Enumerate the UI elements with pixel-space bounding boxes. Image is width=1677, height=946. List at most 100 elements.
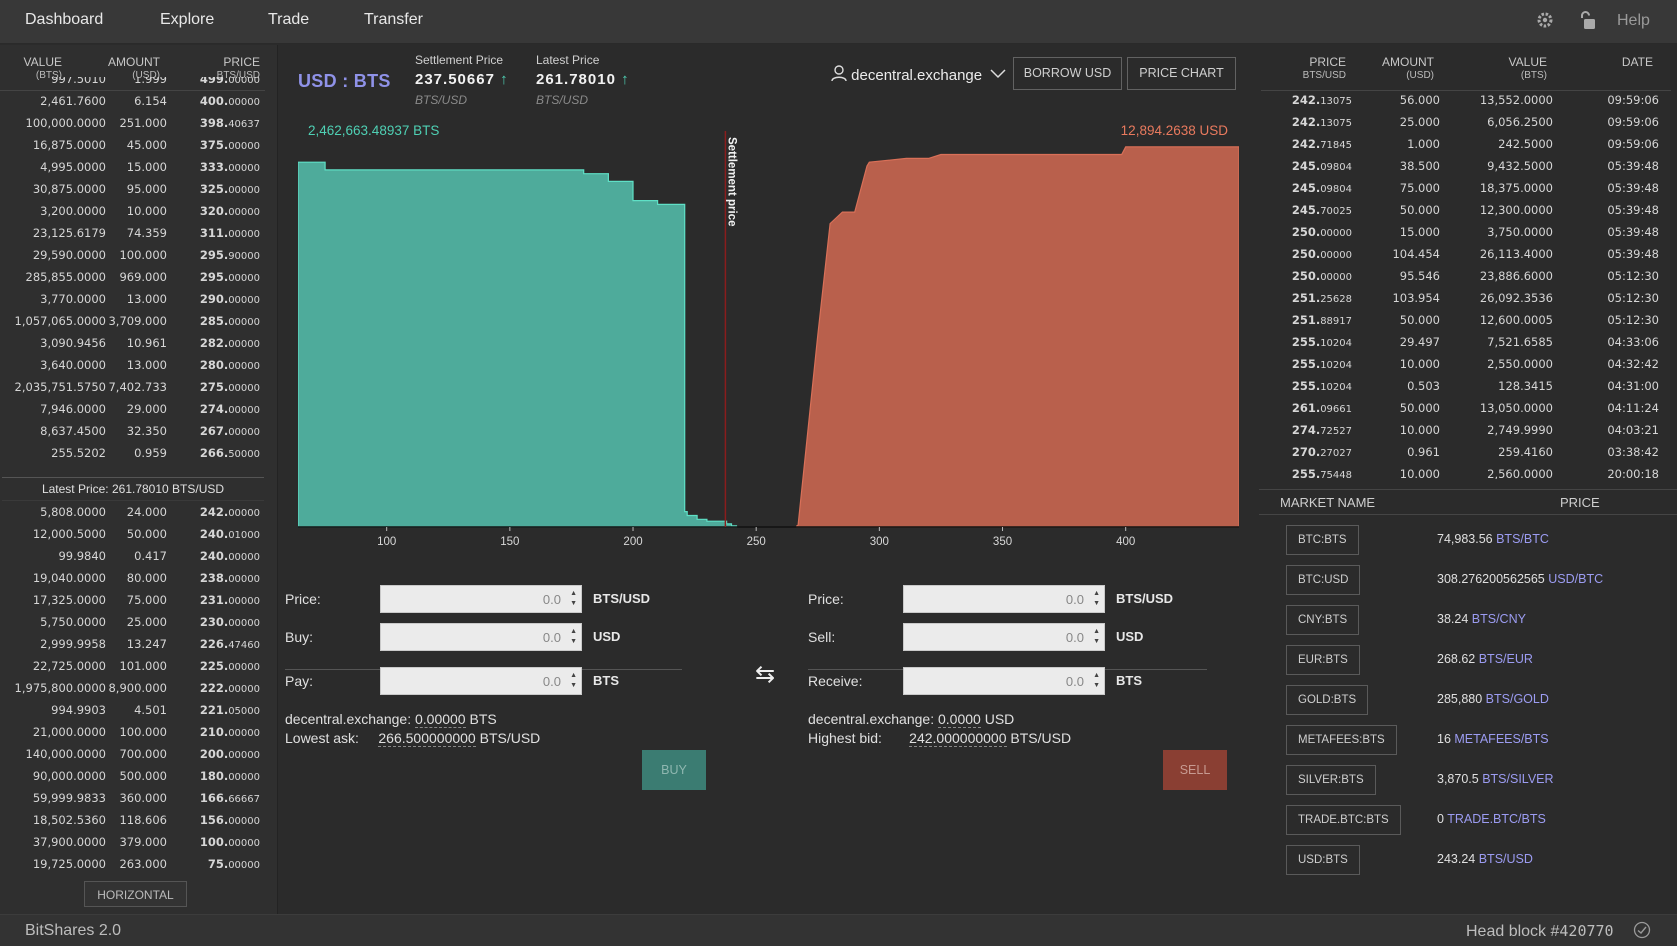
order-row[interactable]: 3,640.0000 13.000 280.00000 xyxy=(0,354,265,376)
order-row[interactable]: 8,637.4500 32.350 267.00000 xyxy=(0,420,265,442)
sell-balance: decentral.exchange: 0.0000 USD xyxy=(808,711,1015,728)
market-price: 285,880 BTS/GOLD xyxy=(1437,692,1549,706)
order-row[interactable]: 2,461.7600 6.154 400.00000 xyxy=(0,90,265,112)
order-row[interactable]: 7,946.0000 29.000 274.00000 xyxy=(0,398,265,420)
trade-row[interactable]: 242.13075 25.000 6,056.2500 09:59:06 xyxy=(1259,111,1677,133)
stepper-icon[interactable]: ▲ ▼ xyxy=(570,671,577,691)
stepper-icon[interactable]: ▲ ▼ xyxy=(1093,671,1100,691)
order-row[interactable]: 3,090.9456 10.961 282.00000 xyxy=(0,332,265,354)
order-row[interactable]: 255.5202 0.959 266.50000 xyxy=(0,442,265,464)
order-row[interactable]: 30,875.0000 95.000 325.00000 xyxy=(0,178,265,200)
stepper-icon[interactable]: ▲ ▼ xyxy=(570,627,577,647)
market-tag-button[interactable]: USD:BTS xyxy=(1286,845,1360,875)
gear-icon[interactable] xyxy=(1536,11,1554,34)
sell-balance-value[interactable]: 0.0000 xyxy=(937,711,981,728)
nav-help[interactable]: Help xyxy=(1617,12,1650,30)
market-tag-button[interactable]: BTC:BTS xyxy=(1286,525,1359,555)
highest-bid-value[interactable]: 242.000000000 xyxy=(909,730,1007,747)
swap-arrows-icon[interactable]: ⇆ xyxy=(755,660,775,689)
order-row[interactable]: 4,995.0000 15.000 333.00000 xyxy=(0,156,265,178)
horizontal-button[interactable]: HORIZONTAL xyxy=(84,881,187,907)
order-row[interactable]: 99.9840 0.417 240.00000 xyxy=(0,545,265,567)
buy-price-input[interactable]: 0.0 ▲ ▼ xyxy=(380,585,582,613)
sell-amount-input[interactable]: 0.0 ▲ ▼ xyxy=(903,623,1105,651)
trade-row[interactable]: 250.00000 15.000 3,750.0000 05:39:48 xyxy=(1259,221,1677,243)
order-row[interactable]: 18,502.5360 118.606 156.00000 xyxy=(0,809,265,831)
order-amount: 360.000 xyxy=(119,791,167,805)
order-row[interactable]: 2,035,751.5750 7,402.733 275.00000 xyxy=(0,376,265,398)
order-row[interactable]: 19,725.0000 263.000 75.00000 xyxy=(0,853,265,875)
market-tag-button[interactable]: CNY:BTS xyxy=(1286,605,1360,635)
order-row[interactable]: 22,725.0000 101.000 225.00000 xyxy=(0,655,265,677)
trade-row[interactable]: 242.13075 56.000 13,552.0000 09:59:06 xyxy=(1259,89,1677,111)
trade-row[interactable]: 245.09804 75.000 18,375.0000 05:39:48 xyxy=(1259,177,1677,199)
trade-price-dec: 13075 xyxy=(1320,118,1352,129)
order-row[interactable]: 23,125.6179 74.359 311.00000 xyxy=(0,222,265,244)
market-price-value: 38.24 xyxy=(1437,612,1469,626)
order-price-int: 285. xyxy=(199,314,229,328)
buy-button[interactable]: BUY xyxy=(642,750,706,790)
market-tag-button[interactable]: EUR:BTS xyxy=(1286,645,1360,675)
order-row[interactable]: 5,808.0000 24.000 242.00000 xyxy=(0,501,265,523)
market-tag-button[interactable]: SILVER:BTS xyxy=(1286,765,1376,795)
trade-row[interactable]: 255.10204 0.503 128.3415 04:31:00 xyxy=(1259,375,1677,397)
trade-row[interactable]: 255.10204 29.497 7,521.6585 04:33:06 xyxy=(1259,331,1677,353)
lowest-ask-value[interactable]: 266.500000000 xyxy=(378,730,476,747)
order-row[interactable]: 5,750.0000 25.000 230.00000 xyxy=(0,611,265,633)
order-row[interactable]: 100,000.0000 251.000 398.40637 xyxy=(0,112,265,134)
buy-balance-value[interactable]: 0.00000 xyxy=(414,711,466,728)
trade-row[interactable]: 261.09661 50.000 13,050.0000 04:11:24 xyxy=(1259,397,1677,419)
borrow-usd-button[interactable]: BORROW USD xyxy=(1013,57,1122,90)
order-row[interactable]: 994.9903 4.501 221.05000 xyxy=(0,699,265,721)
market-tag-button[interactable]: TRADE.BTC:BTS xyxy=(1286,805,1401,835)
market-tag-button[interactable]: GOLD:BTS xyxy=(1286,685,1369,715)
pay-input[interactable]: 0.0 ▲ ▼ xyxy=(380,667,582,695)
order-row[interactable]: 285,855.0000 969.000 295.00000 xyxy=(0,266,265,288)
trade-row[interactable]: 250.00000 104.454 26,113.4000 05:39:48 xyxy=(1259,243,1677,265)
order-row[interactable]: 997.5010 1.999 499.00000 xyxy=(0,77,265,90)
sell-price-input[interactable]: 0.0 ▲ ▼ xyxy=(903,585,1105,613)
order-row[interactable]: 37,900.0000 379.000 100.00000 xyxy=(0,831,265,853)
order-price: 222.00000 xyxy=(200,681,260,695)
account-selector[interactable]: decentral.exchange xyxy=(831,65,1006,84)
trade-row[interactable]: 245.09804 38.500 9,432.5000 05:39:48 xyxy=(1259,155,1677,177)
trade-row[interactable]: 251.25628 103.954 26,092.3536 05:12:30 xyxy=(1259,287,1677,309)
market-tag-button[interactable]: METAFEES:BTS xyxy=(1286,725,1397,755)
nav-explore[interactable]: Explore xyxy=(160,11,214,29)
market-tag-button[interactable]: BTC:USD xyxy=(1286,565,1361,595)
order-row[interactable]: 140,000.0000 700.000 200.00000 xyxy=(0,743,265,765)
trade-row[interactable]: 242.71845 1.000 242.5000 09:59:06 xyxy=(1259,133,1677,155)
order-row[interactable]: 1,057,065.0000 3,709.000 285.00000 xyxy=(0,310,265,332)
order-row[interactable]: 3,200.0000 10.000 320.00000 xyxy=(0,200,265,222)
price-chart-button[interactable]: PRICE CHART xyxy=(1127,57,1236,90)
order-row[interactable]: 59,999.9833 360.000 166.66667 xyxy=(0,787,265,809)
nav-dashboard[interactable]: Dashboard xyxy=(25,11,103,29)
trade-row[interactable]: 255.10204 10.000 2,550.0000 04:32:42 xyxy=(1259,353,1677,375)
order-row[interactable]: 90,000.0000 500.000 180.00000 xyxy=(0,765,265,787)
stepper-icon[interactable]: ▲ ▼ xyxy=(570,589,577,609)
buy-amount-input[interactable]: 0.0 ▲ ▼ xyxy=(380,623,582,651)
order-row[interactable]: 1,975,800.0000 8,900.000 222.00000 xyxy=(0,677,265,699)
order-row[interactable]: 21,000.0000 100.000 210.00000 xyxy=(0,721,265,743)
order-row[interactable]: 2,999.9958 13.247 226.47460 xyxy=(0,633,265,655)
sell-button[interactable]: SELL xyxy=(1163,750,1227,790)
receive-input[interactable]: 0.0 ▲ ▼ xyxy=(903,667,1105,695)
order-row[interactable]: 17,325.0000 75.000 231.00000 xyxy=(0,589,265,611)
nav-transfer[interactable]: Transfer xyxy=(364,11,423,29)
order-row[interactable]: 16,875.0000 45.000 375.00000 xyxy=(0,134,265,156)
stepper-icon[interactable]: ▲ ▼ xyxy=(1093,589,1100,609)
nav-trade[interactable]: Trade xyxy=(268,11,309,29)
highest-bid: Highest bid: 242.000000000 BTS/USD xyxy=(808,730,1072,747)
trade-row[interactable]: 251.88917 50.000 12,600.0005 05:12:30 xyxy=(1259,309,1677,331)
order-row[interactable]: 3,770.0000 13.000 290.00000 xyxy=(0,288,265,310)
order-row[interactable]: 19,040.0000 80.000 238.00000 xyxy=(0,567,265,589)
order-row[interactable]: 12,000.5000 50.000 240.01000 xyxy=(0,523,265,545)
trade-row[interactable]: 274.72527 10.000 2,749.9990 04:03:21 xyxy=(1259,419,1677,441)
lock-icon[interactable] xyxy=(1578,11,1596,35)
trade-row[interactable]: 250.00000 95.546 23,886.6000 05:12:30 xyxy=(1259,265,1677,287)
trade-row[interactable]: 270.27027 0.961 259.4160 03:38:42 xyxy=(1259,441,1677,463)
trade-row[interactable]: 255.75448 10.000 2,560.0000 20:00:18 xyxy=(1259,463,1677,479)
order-row[interactable]: 29,590.0000 100.000 295.90000 xyxy=(0,244,265,266)
stepper-icon[interactable]: ▲ ▼ xyxy=(1093,627,1100,647)
trade-row[interactable]: 245.70025 50.000 12,300.0000 05:39:48 xyxy=(1259,199,1677,221)
